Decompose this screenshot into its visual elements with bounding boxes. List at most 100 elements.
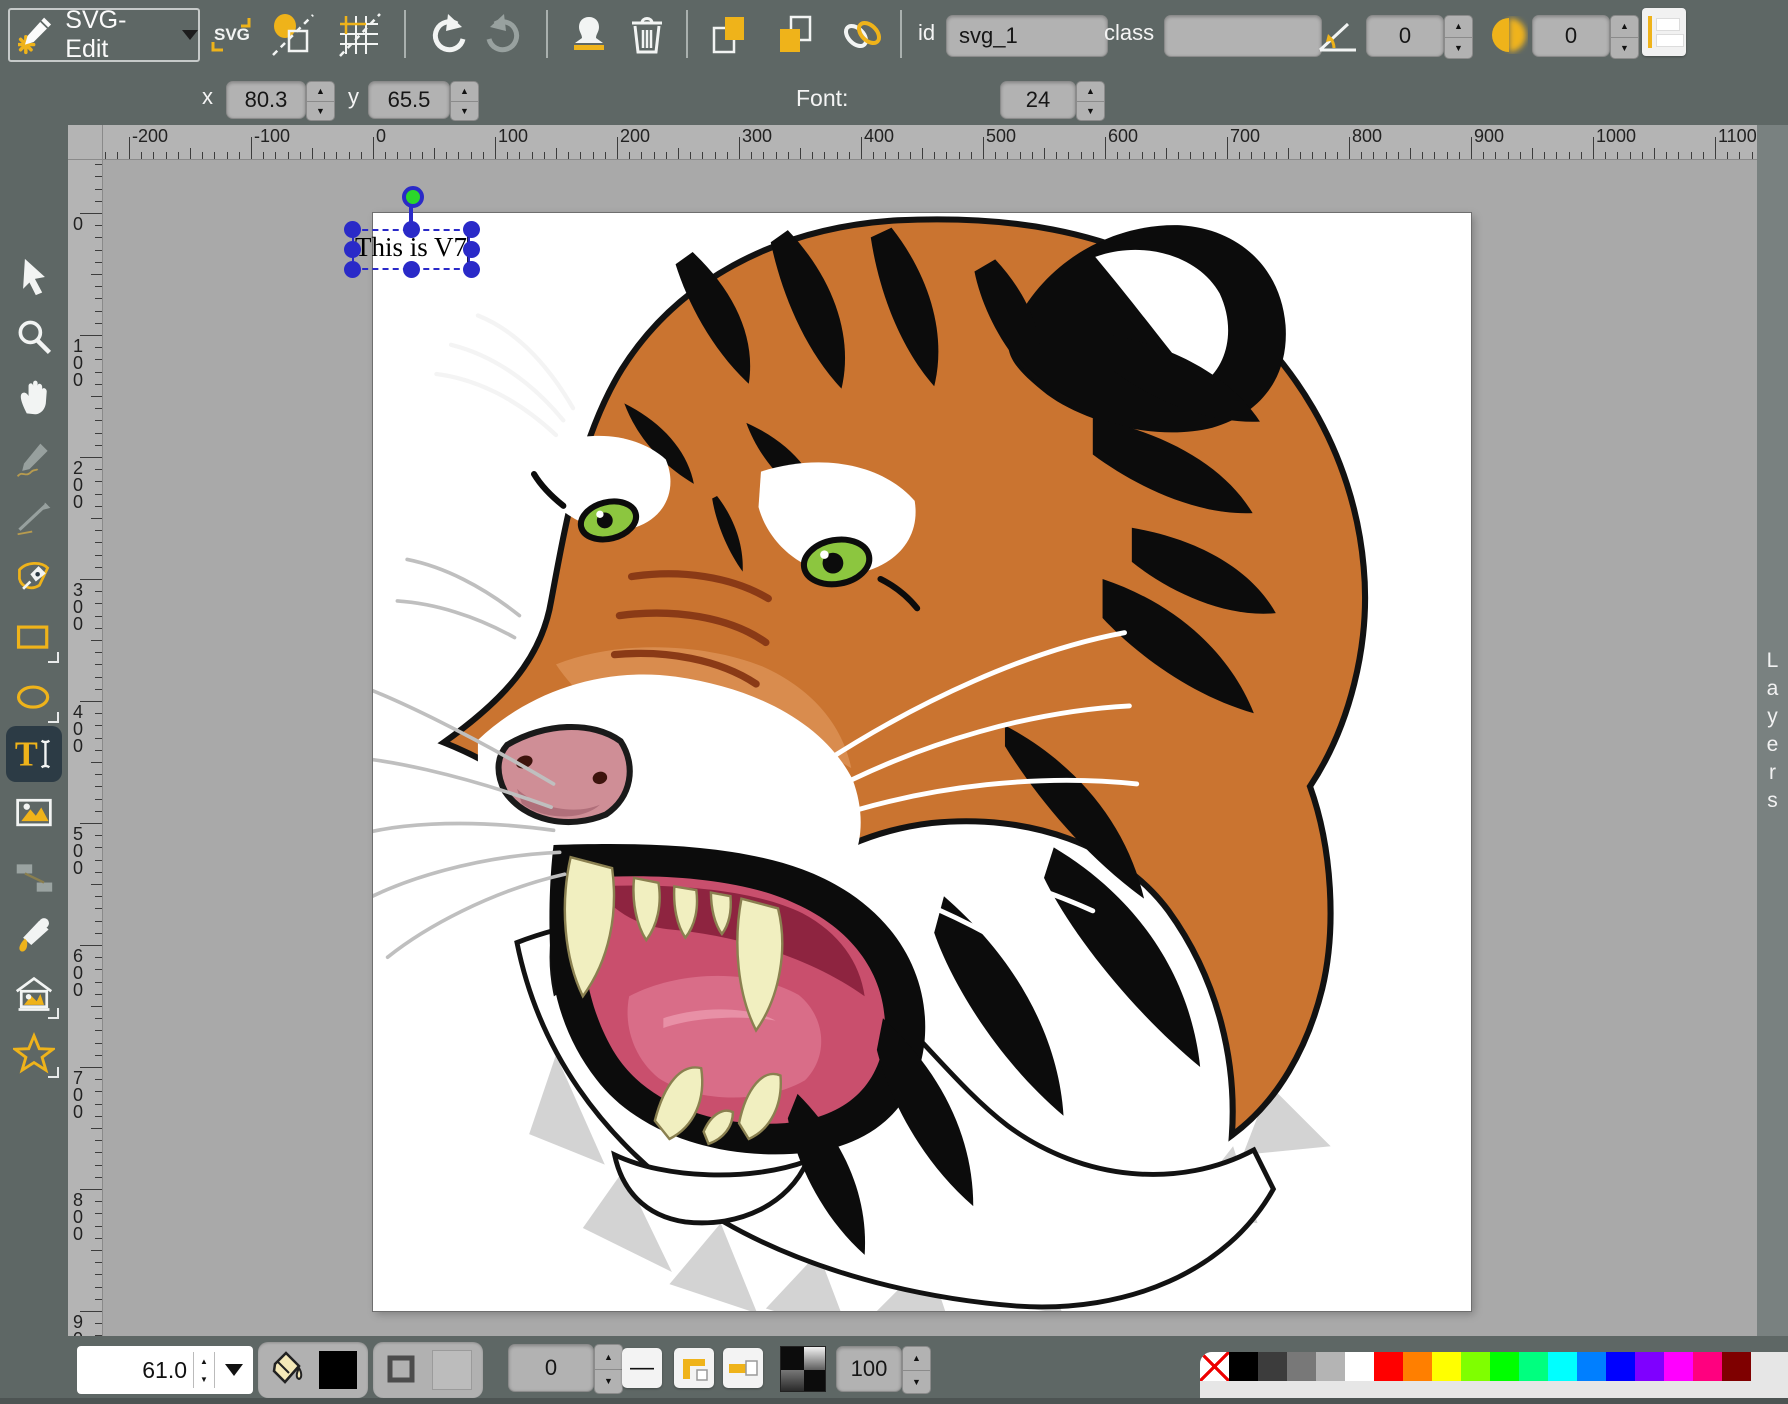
x-coordinate-input[interactable]: 80.3 bbox=[226, 81, 306, 119]
palette-swatch-#00ffff[interactable] bbox=[1548, 1352, 1577, 1381]
zoom-spinner[interactable] bbox=[193, 1352, 215, 1388]
move-to-bottom-button[interactable] bbox=[772, 12, 818, 58]
delete-button[interactable] bbox=[624, 12, 670, 58]
palette-swatch-#787878[interactable] bbox=[1287, 1352, 1316, 1381]
element-id-input[interactable]: svg_1 bbox=[946, 15, 1108, 57]
element-class-input[interactable] bbox=[1164, 15, 1322, 57]
fill-color-control[interactable] bbox=[258, 1342, 368, 1398]
ruler-label: -100 bbox=[254, 126, 290, 147]
stroke-color-swatch[interactable] bbox=[432, 1350, 472, 1390]
palette-swatch-#ffff00[interactable] bbox=[1432, 1352, 1461, 1381]
svg-canvas[interactable] bbox=[373, 213, 1471, 1311]
palette-swatch-#ff7f00[interactable] bbox=[1403, 1352, 1432, 1381]
palette-swatch-#000000[interactable] bbox=[1229, 1352, 1258, 1381]
ruler-tick bbox=[80, 1189, 102, 1190]
move-to-top-button[interactable] bbox=[706, 12, 752, 58]
blur-spinner[interactable] bbox=[1610, 15, 1639, 59]
redo-button[interactable] bbox=[482, 12, 528, 58]
rotation-angle-input[interactable]: 0 bbox=[1366, 15, 1444, 57]
palette-swatch-#3c3c3c[interactable] bbox=[1258, 1352, 1287, 1381]
blur-input[interactable]: 0 bbox=[1532, 15, 1610, 57]
align-element-button[interactable] bbox=[1642, 8, 1686, 56]
make-link-button[interactable] bbox=[840, 12, 886, 58]
selection-handle-sw[interactable] bbox=[344, 261, 361, 278]
tool-connector[interactable] bbox=[6, 850, 62, 906]
tool-pan[interactable] bbox=[6, 369, 62, 425]
main-menu-button[interactable]: SVG-Edit bbox=[8, 8, 200, 62]
palette-swatch-#00ff00[interactable] bbox=[1490, 1352, 1519, 1381]
stroke-linejoin-button[interactable] bbox=[674, 1348, 714, 1388]
palette-swatch-#7f00ff[interactable] bbox=[1635, 1352, 1664, 1381]
y-spinner[interactable] bbox=[450, 81, 479, 121]
rotation-angle-spinner[interactable] bbox=[1444, 15, 1473, 59]
tool-star[interactable] bbox=[6, 1025, 62, 1081]
ruler-tick bbox=[763, 152, 764, 159]
rotate-handle[interactable] bbox=[402, 186, 424, 208]
rotation-angle-value: 0 bbox=[1399, 23, 1411, 49]
stroke-width-spinner[interactable] bbox=[594, 1344, 623, 1394]
undo-button[interactable] bbox=[424, 12, 470, 58]
tool-pencil[interactable] bbox=[6, 432, 62, 488]
font-size-spinner[interactable] bbox=[1076, 81, 1105, 121]
y-coordinate-input[interactable]: 65.5 bbox=[368, 81, 450, 119]
selection-handle-nw[interactable] bbox=[344, 221, 361, 238]
ruler-tick bbox=[117, 152, 118, 159]
workarea[interactable]: This is V7 bbox=[103, 160, 1757, 1336]
tool-image[interactable] bbox=[6, 785, 62, 841]
palette-swatch-#ffffff[interactable] bbox=[1345, 1352, 1374, 1381]
tool-line[interactable] bbox=[6, 489, 62, 545]
palette-swatch-#7fff00[interactable] bbox=[1461, 1352, 1490, 1381]
ruler-tick bbox=[80, 1311, 102, 1312]
zoom-dropdown-icon[interactable] bbox=[225, 1364, 243, 1376]
selection-handle-w[interactable] bbox=[344, 241, 361, 258]
selection-handle-e[interactable] bbox=[463, 241, 480, 258]
selection-handle-se[interactable] bbox=[463, 261, 480, 278]
snap-grid-button[interactable] bbox=[336, 12, 382, 58]
image-tool-icon bbox=[14, 791, 54, 835]
palette-swatch-#007fff[interactable] bbox=[1577, 1352, 1606, 1381]
zoom-control[interactable]: 61.0 bbox=[77, 1346, 253, 1394]
selection-handle-n[interactable] bbox=[403, 221, 420, 238]
font-size-input[interactable]: 24 bbox=[1000, 81, 1076, 119]
palette-swatch-#ff00ff[interactable] bbox=[1664, 1352, 1693, 1381]
tool-select[interactable] bbox=[6, 249, 62, 305]
palette-swatch-#b4b4b4[interactable] bbox=[1316, 1352, 1345, 1381]
x-spinner[interactable] bbox=[306, 81, 335, 121]
palette-swatch-#ff0000[interactable] bbox=[1374, 1352, 1403, 1381]
connector-icon bbox=[14, 856, 54, 900]
layers-panel-toggle[interactable]: Layers bbox=[1757, 125, 1788, 1336]
palette-swatch-#0000ff[interactable] bbox=[1606, 1352, 1635, 1381]
tool-rectangle[interactable] bbox=[6, 610, 62, 666]
tool-shape-library[interactable] bbox=[6, 966, 62, 1022]
stroke-linecap-button[interactable] bbox=[723, 1348, 763, 1388]
opacity-spinner[interactable] bbox=[902, 1346, 931, 1394]
ruler-tick bbox=[1434, 152, 1435, 159]
selection-handle-s[interactable] bbox=[403, 261, 420, 278]
tool-text[interactable]: T bbox=[6, 726, 62, 782]
palette-swatch-none[interactable] bbox=[1200, 1352, 1229, 1381]
tool-zoom[interactable] bbox=[6, 309, 62, 365]
selection-handle-ne[interactable] bbox=[463, 221, 480, 238]
stroke-color-control[interactable] bbox=[373, 1342, 483, 1398]
tool-path[interactable] bbox=[6, 549, 62, 605]
opacity-input[interactable]: 100 bbox=[836, 1346, 902, 1392]
ruler-tick bbox=[654, 152, 655, 159]
ruler-tick bbox=[1227, 137, 1228, 159]
source-editor-button[interactable]: SVG bbox=[208, 12, 254, 58]
palette-swatch-#00ff7f[interactable] bbox=[1519, 1352, 1548, 1381]
ruler-tick bbox=[239, 152, 240, 159]
stroke-dash-button[interactable]: — bbox=[622, 1348, 662, 1388]
ruler-tick bbox=[95, 921, 102, 922]
tool-eyedropper[interactable] bbox=[6, 907, 62, 963]
tool-ellipse[interactable] bbox=[6, 670, 62, 726]
ruler-tick bbox=[95, 372, 102, 373]
stroke-width-input[interactable]: 0 bbox=[508, 1344, 594, 1392]
linecap-icon bbox=[726, 1351, 760, 1385]
ruler-tick bbox=[1154, 152, 1155, 159]
clone-button[interactable] bbox=[566, 12, 612, 58]
palette-swatch-#ff007f[interactable] bbox=[1693, 1352, 1722, 1381]
wireframe-mode-button[interactable] bbox=[270, 12, 316, 58]
opacity-gradient-icon[interactable] bbox=[780, 1346, 826, 1392]
fill-color-swatch[interactable] bbox=[319, 1351, 357, 1389]
palette-swatch-#7f0000[interactable] bbox=[1722, 1352, 1751, 1381]
